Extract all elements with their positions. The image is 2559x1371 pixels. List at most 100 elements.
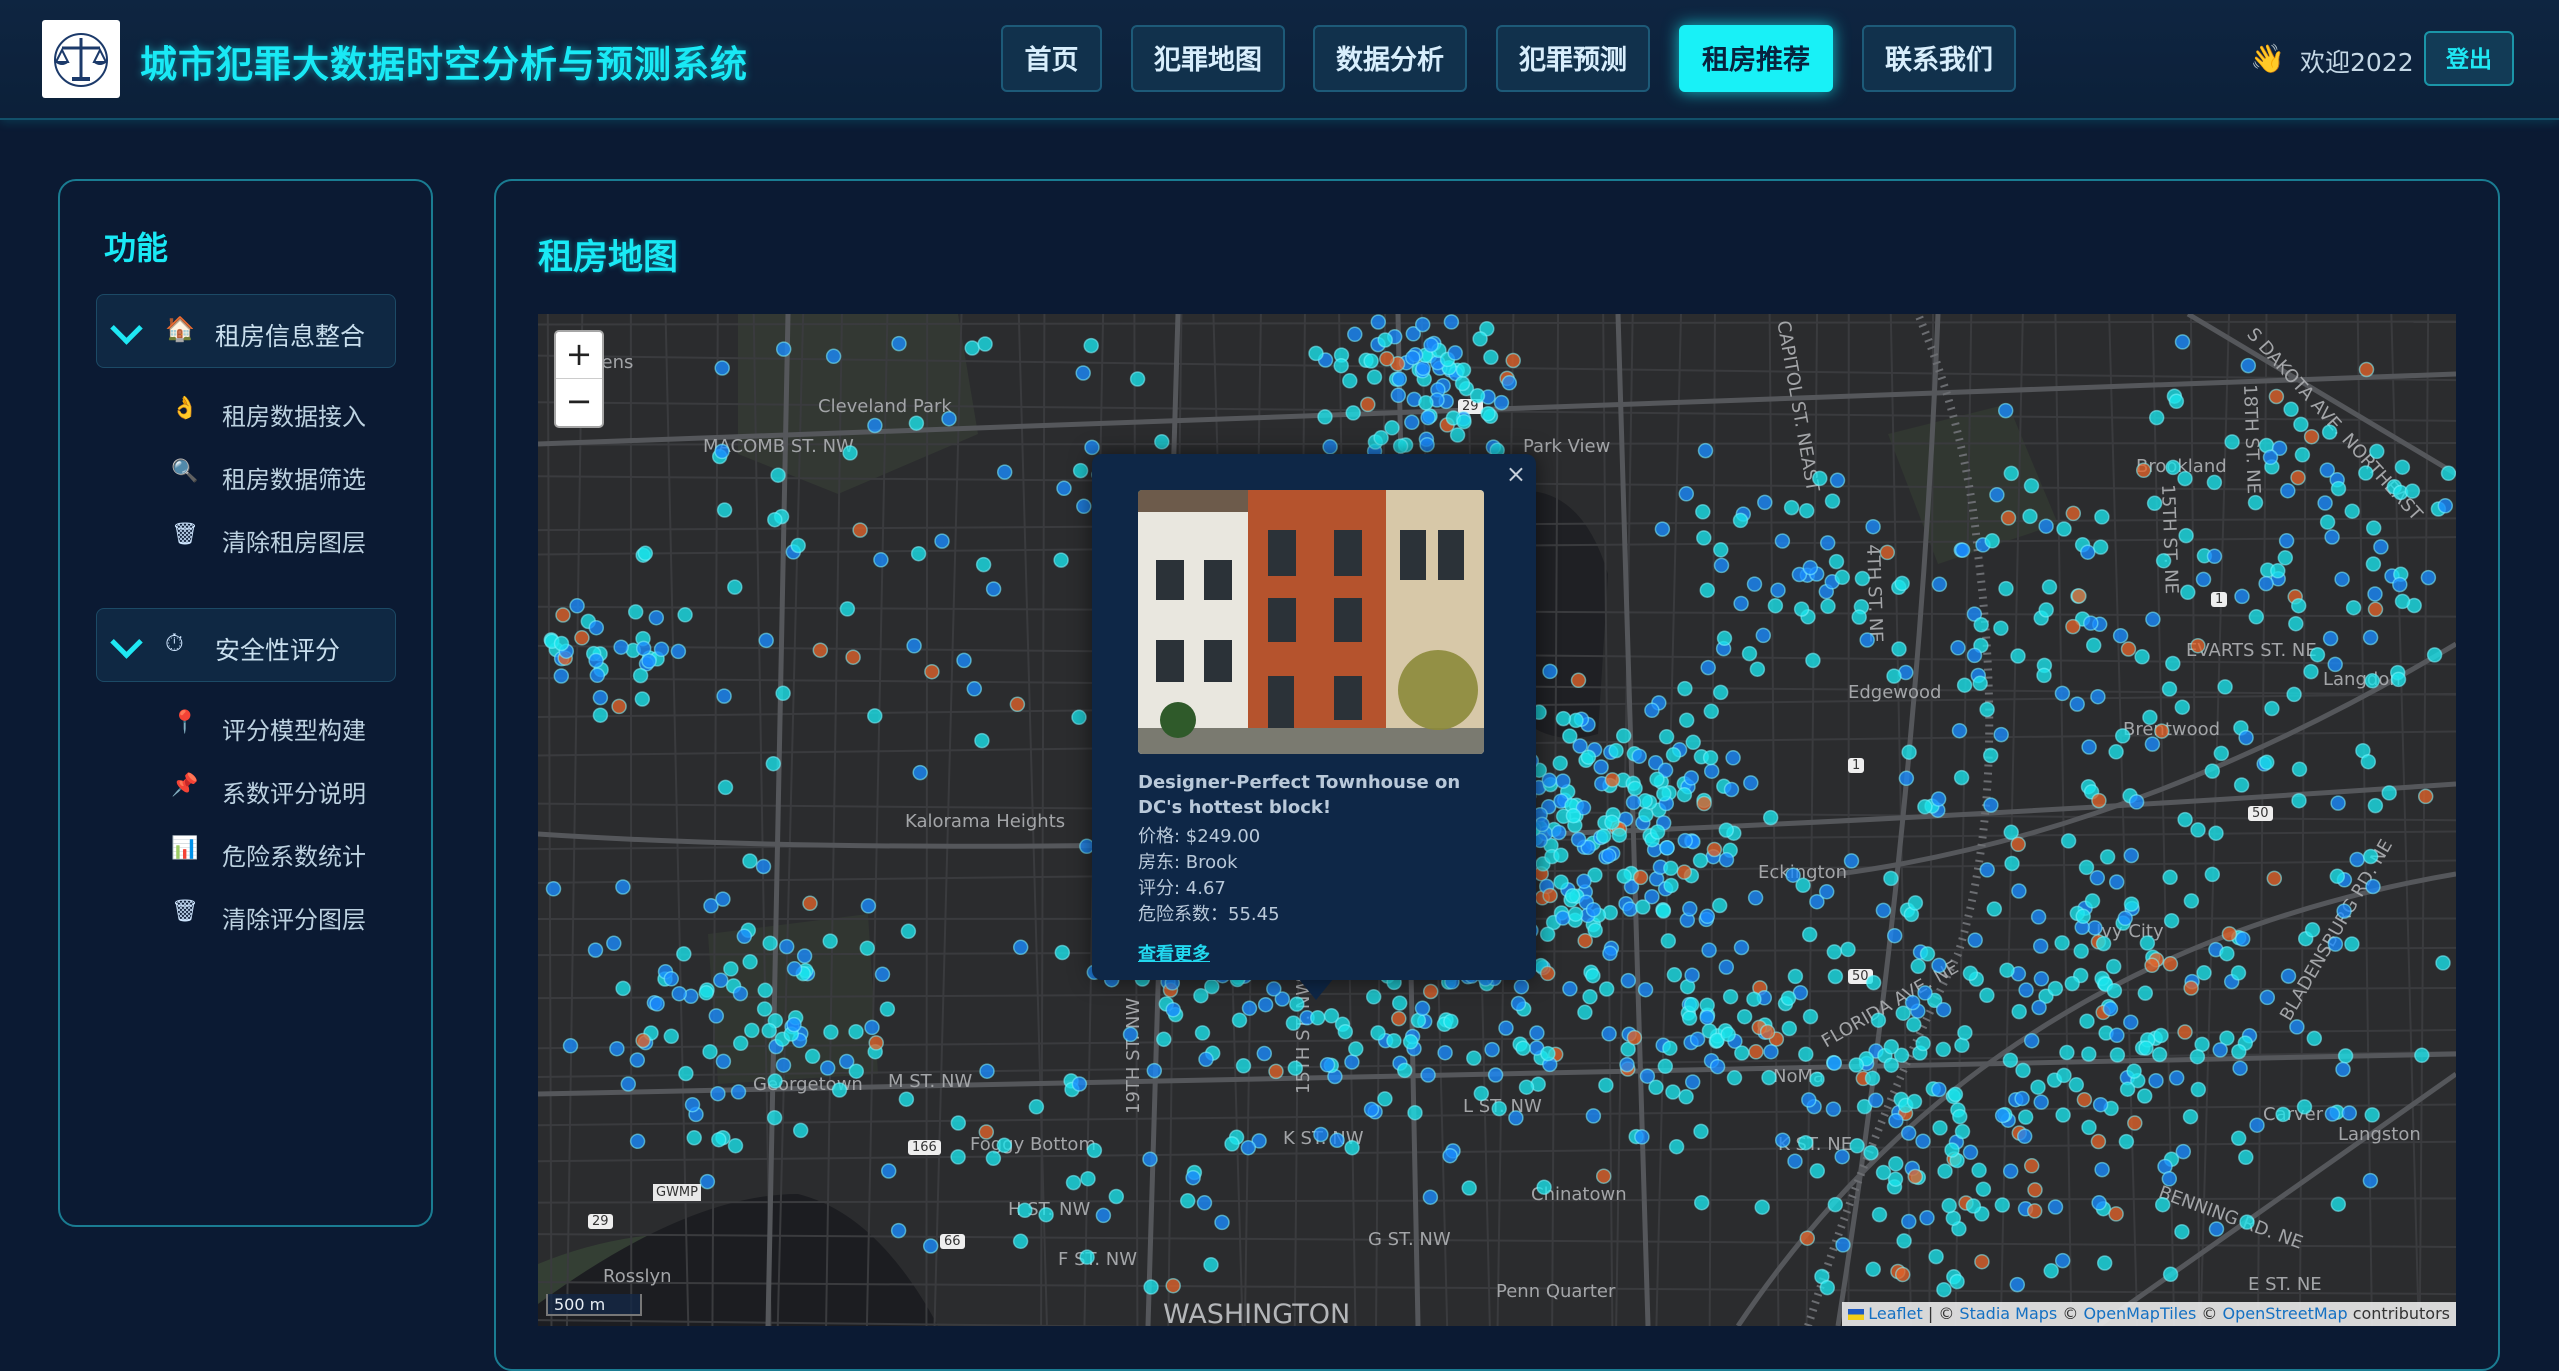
rental-marker[interactable] bbox=[2330, 480, 2347, 497]
rental-marker[interactable] bbox=[1709, 1058, 1726, 1075]
rental-marker[interactable] bbox=[2094, 509, 2110, 525]
rental-marker[interactable] bbox=[1965, 1198, 1982, 1214]
rental-marker[interactable] bbox=[1949, 1273, 1965, 1290]
rental-marker[interactable] bbox=[1863, 1144, 1879, 1161]
rental-marker[interactable] bbox=[1662, 1040, 1678, 1056]
rental-marker[interactable] bbox=[978, 1124, 995, 1140]
rental-marker[interactable] bbox=[2404, 483, 2421, 499]
rental-marker[interactable] bbox=[634, 691, 651, 707]
rental-marker[interactable] bbox=[1638, 807, 1654, 823]
rental-marker[interactable] bbox=[2224, 434, 2240, 450]
rental-marker[interactable] bbox=[1129, 371, 1146, 387]
rental-marker[interactable] bbox=[2117, 910, 2133, 927]
rental-marker[interactable] bbox=[2162, 1266, 2179, 1283]
rental-marker[interactable] bbox=[1935, 1001, 1952, 1018]
rental-marker[interactable] bbox=[732, 985, 749, 1002]
rental-marker[interactable] bbox=[2017, 1109, 2034, 1125]
rental-marker[interactable] bbox=[1974, 1253, 1990, 1270]
rental-marker[interactable] bbox=[2309, 646, 2326, 663]
rental-marker[interactable] bbox=[2344, 936, 2360, 952]
rental-marker[interactable] bbox=[1767, 597, 1784, 614]
rental-marker[interactable] bbox=[1702, 749, 1719, 766]
rental-marker[interactable] bbox=[868, 1035, 884, 1051]
rental-marker[interactable] bbox=[1390, 387, 1407, 404]
rental-marker[interactable] bbox=[588, 652, 604, 669]
rental-marker[interactable] bbox=[1539, 965, 1556, 982]
rental-marker[interactable] bbox=[1931, 957, 1947, 974]
rental-marker[interactable] bbox=[804, 1048, 821, 1065]
rental-marker[interactable] bbox=[1017, 1202, 1033, 1219]
rental-marker[interactable] bbox=[2089, 870, 2106, 886]
rental-marker[interactable] bbox=[1843, 853, 1860, 869]
rental-marker[interactable] bbox=[1472, 331, 1488, 347]
rental-marker[interactable] bbox=[2294, 447, 2311, 463]
nav-crime-prediction[interactable]: 犯罪预测 bbox=[1496, 25, 1650, 92]
rental-marker[interactable] bbox=[1422, 1189, 1439, 1205]
rental-marker[interactable] bbox=[1682, 901, 1698, 917]
rental-marker[interactable] bbox=[1379, 351, 1395, 367]
rental-marker[interactable] bbox=[1712, 684, 1729, 701]
rental-marker[interactable] bbox=[880, 1163, 897, 1179]
rental-marker[interactable] bbox=[2367, 797, 2384, 814]
group-safety-score[interactable]: ⏱ 安全性评分 bbox=[96, 608, 396, 682]
rental-marker[interactable] bbox=[2128, 794, 2145, 810]
rental-marker[interactable] bbox=[727, 579, 743, 595]
rental-marker[interactable] bbox=[1829, 472, 1846, 489]
rental-marker[interactable] bbox=[867, 417, 883, 434]
rental-marker[interactable] bbox=[2090, 1133, 2107, 1150]
rental-marker[interactable] bbox=[2330, 1196, 2347, 1212]
rental-marker[interactable] bbox=[2112, 627, 2129, 644]
rental-marker[interactable] bbox=[1604, 814, 1620, 830]
rental-marker[interactable] bbox=[1075, 365, 1091, 381]
rental-marker[interactable] bbox=[950, 1115, 967, 1131]
rental-marker[interactable] bbox=[1677, 680, 1693, 697]
rental-marker[interactable] bbox=[663, 1028, 680, 1045]
rental-marker[interactable] bbox=[2009, 1276, 2026, 1293]
rental-marker[interactable] bbox=[2003, 465, 2020, 482]
rental-marker[interactable] bbox=[2161, 1171, 2178, 1187]
rental-marker[interactable] bbox=[1743, 775, 1759, 791]
nav-data-analysis[interactable]: 数据分析 bbox=[1313, 25, 1467, 92]
rental-marker[interactable] bbox=[1826, 944, 1843, 960]
rental-marker[interactable] bbox=[1984, 533, 2000, 549]
rental-marker[interactable] bbox=[1932, 1120, 1948, 1136]
rental-marker[interactable] bbox=[996, 464, 1013, 480]
rental-marker[interactable] bbox=[1809, 1071, 1825, 1087]
rental-marker[interactable] bbox=[2319, 514, 2336, 530]
rental-marker[interactable] bbox=[1165, 1277, 1181, 1294]
rental-marker[interactable] bbox=[1056, 480, 1072, 497]
rental-marker[interactable] bbox=[1009, 696, 1026, 713]
rental-marker[interactable] bbox=[1631, 748, 1647, 764]
rental-marker[interactable] bbox=[1553, 874, 1569, 890]
rental-marker[interactable] bbox=[1931, 576, 1948, 593]
rental-marker[interactable] bbox=[767, 511, 783, 528]
rental-marker[interactable] bbox=[964, 340, 980, 356]
rental-marker[interactable] bbox=[1668, 1138, 1685, 1155]
rental-marker[interactable] bbox=[1342, 373, 1358, 389]
rental-marker[interactable] bbox=[966, 681, 983, 697]
rental-marker[interactable] bbox=[2360, 753, 2377, 770]
rental-marker[interactable] bbox=[2023, 478, 2040, 494]
rental-marker[interactable] bbox=[742, 853, 758, 869]
rental-marker[interactable] bbox=[2033, 1094, 2049, 1110]
rental-marker[interactable] bbox=[802, 895, 818, 912]
nav-contact-us[interactable]: 联系我们 bbox=[1862, 25, 2016, 92]
rental-marker[interactable] bbox=[2278, 533, 2295, 549]
rental-marker[interactable] bbox=[2030, 909, 2047, 925]
rental-marker[interactable] bbox=[702, 1043, 718, 1060]
rental-marker[interactable] bbox=[2043, 1263, 2059, 1279]
rental-marker[interactable] bbox=[710, 1085, 726, 1102]
rental-marker[interactable] bbox=[1868, 1092, 1884, 1109]
rental-marker[interactable] bbox=[1699, 908, 1716, 925]
rental-marker[interactable] bbox=[1469, 387, 1486, 404]
rental-marker[interactable] bbox=[1936, 1281, 1952, 1298]
rental-marker[interactable] bbox=[1487, 1067, 1504, 1083]
rental-marker[interactable] bbox=[1935, 1041, 1952, 1058]
rental-marker[interactable] bbox=[1443, 314, 1460, 330]
rental-marker[interactable] bbox=[649, 996, 665, 1012]
rental-marker[interactable] bbox=[1828, 553, 1845, 570]
rental-marker[interactable] bbox=[1793, 601, 1810, 617]
rental-marker[interactable] bbox=[845, 649, 861, 665]
rental-marker[interactable] bbox=[2134, 649, 2150, 665]
rental-marker[interactable] bbox=[2095, 935, 2112, 952]
